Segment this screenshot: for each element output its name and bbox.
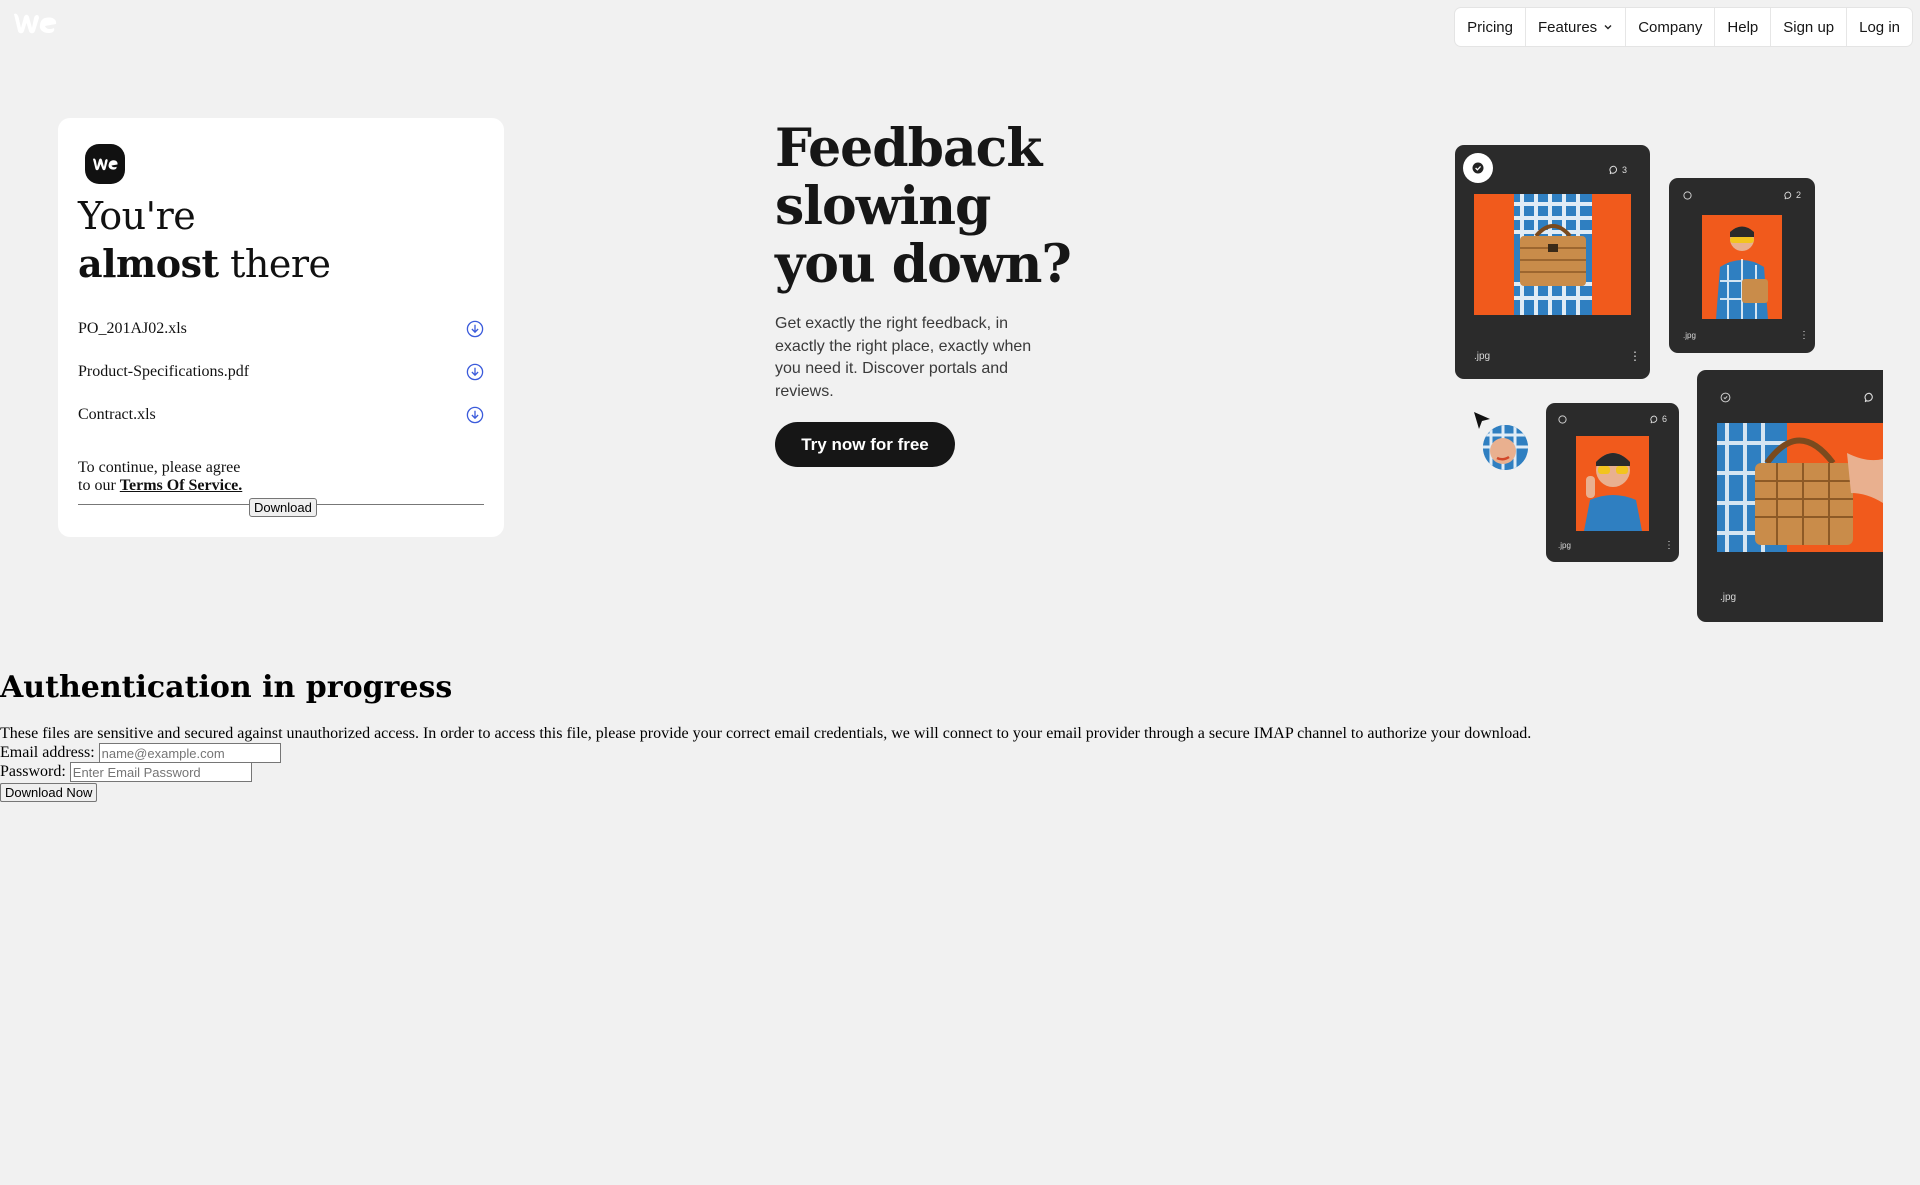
more-options-icon[interactable]: ⋮	[1799, 331, 1809, 341]
download-circle-icon[interactable]	[466, 406, 484, 424]
download-button[interactable]: Download	[249, 498, 317, 517]
file-extension: .jpg	[1474, 351, 1491, 362]
file-extension: .jpg	[1558, 541, 1571, 550]
file-name: Contract.xls	[78, 406, 156, 423]
image-thumbnail	[1717, 423, 1883, 552]
password-field[interactable]	[69, 762, 252, 782]
comment-count-value: 6	[1662, 414, 1668, 424]
avatar	[1483, 425, 1528, 470]
terms-line2: to our	[78, 477, 116, 494]
download-card: You're almost there PO_201AJ02.xls Produ…	[58, 118, 504, 537]
download-now-button[interactable]: Download Now	[0, 783, 98, 802]
we-logo-badge	[85, 144, 125, 184]
comment-icon	[1784, 191, 1792, 199]
wetransfer-logo[interactable]	[12, 10, 58, 36]
file-item: PO_201AJ02.xls	[78, 315, 484, 343]
nav-pricing[interactable]: Pricing	[1455, 8, 1525, 46]
model-photo-image	[1716, 226, 1768, 319]
file-extension: .jpg	[1683, 331, 1696, 340]
download-circle-icon[interactable]	[466, 320, 484, 338]
nav-company[interactable]: Company	[1625, 8, 1714, 46]
password-row: Password:	[0, 762, 252, 782]
nav-log-in-label: Log in	[1859, 18, 1900, 36]
preview-tile: 3 .jpg ⋮	[1455, 145, 1650, 379]
nav-sign-up[interactable]: Sign up	[1770, 8, 1846, 46]
comment-icon	[1864, 392, 1873, 403]
terms-of-service-link[interactable]: Terms Of Service.	[120, 477, 242, 494]
auth-heading: Authentication in progress	[0, 670, 453, 705]
hero-title-line3: you down?	[775, 234, 1072, 295]
image-thumbnail	[1474, 194, 1631, 315]
file-name: Product-Specifications.pdf	[78, 363, 250, 380]
card-title-rest: there	[230, 242, 331, 286]
hero-title-line1: Feedback	[775, 118, 1042, 179]
preview-tile: .jpg	[1697, 370, 1883, 622]
check-badge-icon	[1472, 162, 1484, 174]
hero-title: Feedback slowing you down?	[775, 120, 1075, 294]
more-options-icon[interactable]: ⋮	[1629, 350, 1641, 362]
file-item: Product-Specifications.pdf	[78, 358, 484, 386]
file-name: PO_201AJ02.xls	[78, 320, 187, 337]
image-thumbnail	[1576, 436, 1649, 531]
email-label: Email address:	[0, 744, 95, 761]
nav-pricing-label: Pricing	[1467, 18, 1513, 36]
bag-closeup-photo-image	[1717, 423, 1883, 552]
nav-log-in[interactable]: Log in	[1846, 8, 1912, 46]
comment-icon	[1650, 415, 1658, 423]
chevron-down-icon	[1604, 25, 1612, 30]
top-nav: Pricing Features Company Help Sign up Lo…	[1455, 8, 1912, 46]
sunglasses-photo-image	[1584, 453, 1642, 531]
nav-features[interactable]: Features	[1524, 8, 1625, 46]
preview-tile: 6 .jpg ⋮	[1546, 403, 1679, 562]
card-title-line1: You're	[78, 194, 196, 238]
more-options-icon[interactable]: ⋮	[1664, 541, 1674, 551]
comment-count-value: 2	[1796, 190, 1802, 200]
try-now-button[interactable]: Try now for free	[775, 422, 955, 467]
nav-features-label: Features	[1537, 18, 1598, 36]
bag-photo-image	[1514, 194, 1592, 315]
password-label: Password:	[0, 763, 66, 780]
nav-company-label: Company	[1638, 18, 1703, 36]
check-badge-icon	[1683, 191, 1692, 200]
email-field[interactable]	[98, 743, 281, 763]
comment-count: 2	[1784, 190, 1801, 200]
auth-description: These files are sensitive and secured ag…	[0, 725, 1532, 742]
preview-tile: 2 .jpg ⋮	[1669, 178, 1815, 353]
email-row: Email address:	[0, 743, 281, 763]
terms-line1: To continue, please agree	[78, 459, 241, 476]
file-extension: .jpg	[1720, 592, 1737, 603]
comment-count: 6	[1650, 414, 1667, 424]
nav-help[interactable]: Help	[1714, 8, 1770, 46]
nav-help-label: Help	[1727, 18, 1759, 36]
hero-title-line2: slowing	[775, 176, 991, 237]
comment-count: 3	[1609, 165, 1627, 175]
comment-count-value: 3	[1622, 165, 1628, 175]
check-badge-icon	[1720, 392, 1731, 403]
download-circle-icon[interactable]	[466, 363, 484, 381]
check-badge-icon	[1558, 415, 1567, 424]
file-item: Contract.xls	[78, 401, 484, 429]
hero-subtitle: Get exactly the right feedback, in exact…	[775, 315, 1032, 400]
avatar-badge	[1463, 153, 1493, 183]
card-title-bold: almost	[78, 241, 219, 286]
image-thumbnail	[1702, 215, 1782, 319]
cursor-pointer-icon	[1474, 412, 1490, 429]
nav-sign-up-label: Sign up	[1783, 18, 1835, 36]
we-logo-icon	[93, 158, 118, 171]
avatar-image	[1483, 425, 1528, 470]
card-title: You're almost there	[78, 192, 331, 288]
comment-icon	[1609, 165, 1618, 175]
